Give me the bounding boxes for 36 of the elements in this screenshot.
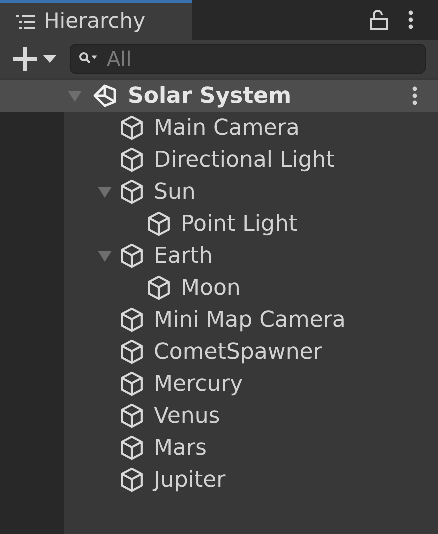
cube-icon [145, 210, 173, 238]
object-label[interactable]: Jupiter [154, 464, 226, 496]
object-label[interactable]: Main Camera [154, 112, 300, 144]
cube-icon [118, 466, 146, 494]
search-field[interactable]: All [70, 44, 426, 74]
object-label[interactable]: Mercury [154, 368, 244, 400]
cube-icon [118, 242, 146, 270]
more-options-icon[interactable] [412, 86, 418, 106]
more-options-icon[interactable] [408, 10, 414, 30]
cube-icon [118, 338, 146, 366]
object-label[interactable]: Point Light [181, 208, 298, 240]
lock-icon[interactable] [370, 10, 388, 30]
scene-row[interactable]: Solar System [0, 80, 438, 112]
search-icon [79, 52, 99, 66]
object-label[interactable]: Mini Map Camera [154, 304, 346, 336]
object-label[interactable]: Sun [154, 176, 196, 208]
object-label[interactable]: CometSpawner [154, 336, 322, 368]
cube-icon [118, 434, 146, 462]
caret-icon [42, 54, 58, 64]
object-label[interactable]: Directional Light [154, 144, 335, 176]
cube-icon [118, 146, 146, 174]
object-label[interactable]: Venus [154, 400, 220, 432]
scene-title: Solar System [128, 82, 292, 110]
add-dropdown-button[interactable] [12, 46, 58, 72]
cube-icon [118, 114, 146, 142]
plus-icon [12, 46, 38, 72]
cube-icon [145, 274, 173, 302]
list-icon [16, 12, 36, 30]
object-label[interactable]: Moon [181, 272, 241, 304]
cube-icon [118, 178, 146, 206]
object-label[interactable]: Mars [154, 432, 207, 464]
hierarchy-tab[interactable]: Hierarchy [0, 0, 192, 40]
cube-icon [118, 370, 146, 398]
cube-icon [118, 306, 146, 334]
cube-icon [118, 402, 146, 430]
object-label[interactable]: Earth [154, 240, 213, 272]
